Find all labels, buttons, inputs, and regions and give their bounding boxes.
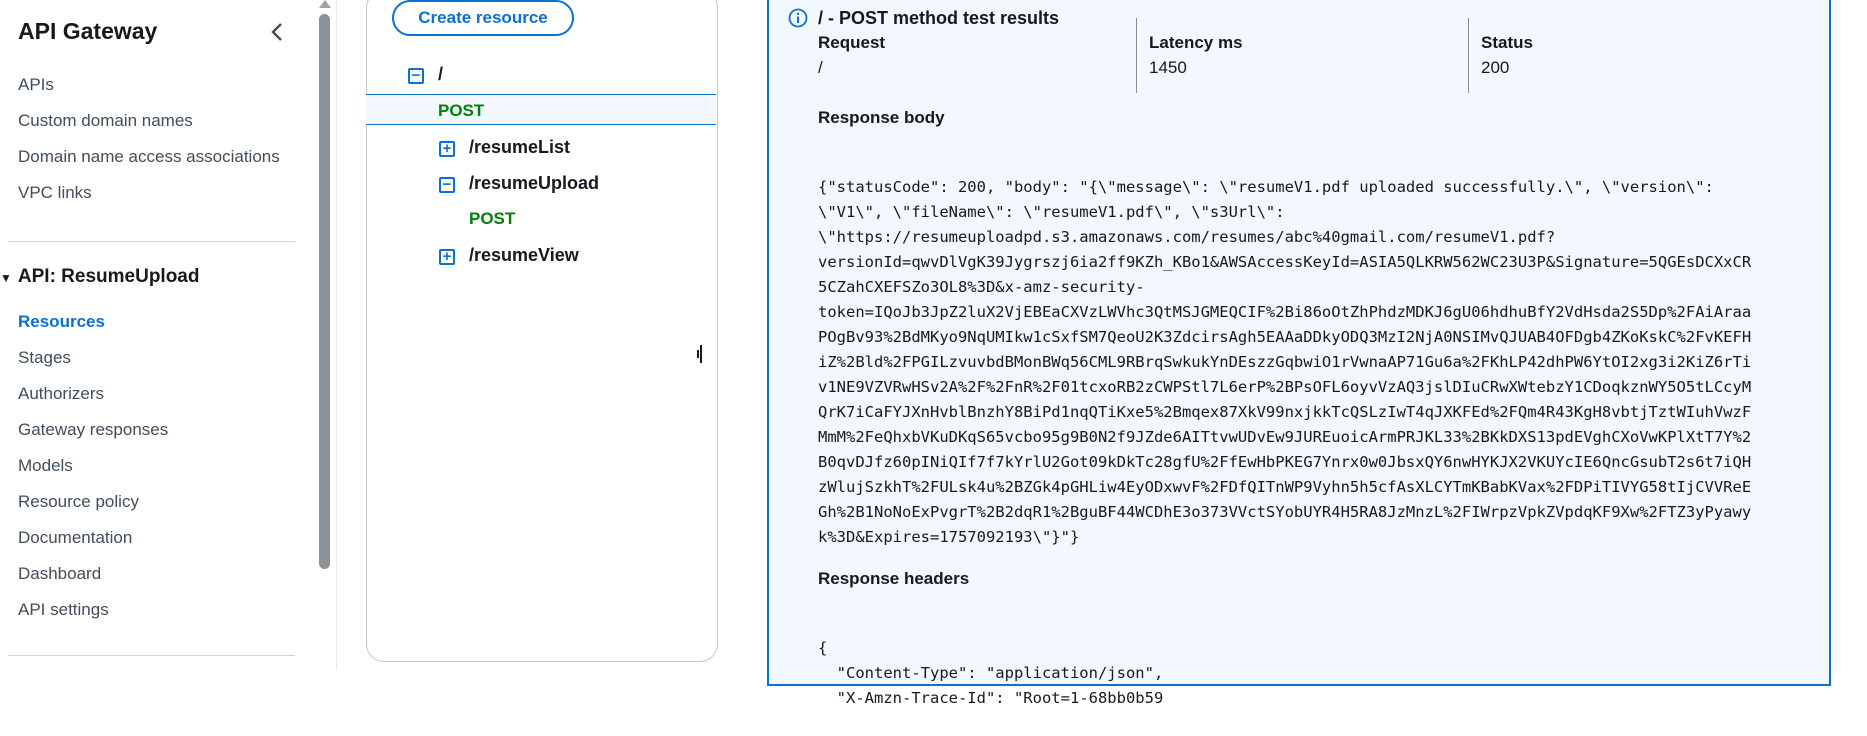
selected-tree-row[interactable] <box>366 94 716 125</box>
sidebar-divider <box>8 655 295 656</box>
create-resource-button[interactable]: Create resource <box>392 0 574 36</box>
info-icon <box>788 8 808 28</box>
api-section-label: API: ResumeUpload <box>17 266 200 287</box>
sidebar-edge <box>336 0 337 670</box>
response-body-label: Response body <box>818 108 945 127</box>
sidebar-item-api-settings[interactable]: API settings <box>18 600 109 620</box>
service-title: API Gateway <box>18 18 158 44</box>
sidebar-item-gateway-responses[interactable]: Gateway responses <box>18 420 168 440</box>
sidebar-item-custom-domain-names[interactable]: Custom domain names <box>18 111 193 131</box>
code-line: v1NE9VZVRwHSv2A%2F%2FnR%2F01tcxoRB2zCWPS… <box>818 378 1752 396</box>
caret-down-icon: ▼ <box>0 271 12 285</box>
code-line: B0qvDJfz60pINiQIf7f7kYrlU2Got09kDkTc28gf… <box>818 453 1752 471</box>
test-results-title: / - POST method test results <box>818 8 1060 28</box>
code-line: { <box>818 639 828 657</box>
sidebar-item-authorizers[interactable]: Authorizers <box>18 384 104 404</box>
code-line: token=IQoJb3JpZ2luX2VjEBEaCXVzLWVhc3QtMS… <box>818 303 1752 321</box>
sidebar-item-resources[interactable]: Resources <box>18 312 105 332</box>
status-value: 200 <box>1481 58 1510 77</box>
code-line: versionId=qwvDlVgK39Jygrszj6ia2ff9KZh_KB… <box>818 253 1752 271</box>
sidebar-item-domain-access-associations[interactable]: Domain name access associations <box>18 147 280 167</box>
sidebar-item-stages[interactable]: Stages <box>18 348 71 368</box>
code-line: MmM%2FeQhxbVKuDKqS65vcbo95g9B0N2f9JZde6A… <box>818 428 1752 446</box>
sidebar-scrollbar[interactable] <box>319 14 330 569</box>
collapse-icon[interactable]: − <box>408 68 424 84</box>
chevron-left-icon[interactable] <box>266 20 290 44</box>
tree-item-root[interactable]: / <box>438 64 443 85</box>
tree-method-post[interactable]: POST <box>469 209 515 229</box>
sidebar-item-models[interactable]: Models <box>18 456 73 476</box>
response-body-code[interactable]: {"statusCode": 200, "body": "{\"message\… <box>818 150 1788 575</box>
sidebar-divider <box>8 241 295 242</box>
latency-value: 1450 <box>1149 58 1187 77</box>
code-line: Gh%2B1NoNoExPvgrT%2B2dqR1%2BguBF44WCDhE3… <box>818 503 1752 521</box>
code-line: iZ%2Bld%2FPGILzvuvbdBMonBWq56CML9RBrqSwk… <box>818 353 1752 371</box>
column-divider <box>1468 18 1469 93</box>
request-label: Request <box>818 33 886 52</box>
status-label: Status <box>1481 33 1533 52</box>
expand-icon[interactable]: + <box>439 249 455 265</box>
tree-item-resumeview[interactable]: /resumeView <box>469 245 579 266</box>
code-line: zWlujSzkhT%2FULsk4u%2BZGk4pGHLiw4EyODxwv… <box>818 478 1752 496</box>
expand-icon[interactable]: + <box>439 141 455 157</box>
code-line: "Content-Type": "application/json", <box>818 664 1164 682</box>
latency-label: Latency ms <box>1149 33 1243 52</box>
code-line: \"https://resumeuploadpd.s3.amazonaws.co… <box>818 228 1556 246</box>
code-line: k%3D&Expires=1757092193\"}"} <box>818 528 1080 546</box>
tree-item-resumeupload[interactable]: /resumeUpload <box>469 173 599 194</box>
tree-method-post[interactable]: POST <box>438 101 484 121</box>
code-line: 5CZahCXEFSZo3OL8%3D&x-amz-security- <box>818 278 1145 296</box>
collapse-icon[interactable]: − <box>439 177 455 193</box>
response-headers-code[interactable]: { "Content-Type": "application/json", "X… <box>818 611 1163 736</box>
sidebar-item-resource-policy[interactable]: Resource policy <box>18 492 139 512</box>
sidebar-item-dashboard[interactable]: Dashboard <box>18 564 101 584</box>
code-line: {"statusCode": 200, "body": "{\"message\… <box>818 178 1714 196</box>
code-line: \"V1\", \"fileName\": \"resumeV1.pdf\", … <box>818 203 1285 221</box>
request-value: / <box>818 58 823 77</box>
api-section-header[interactable]: ▼ API: ResumeUpload <box>0 266 199 288</box>
panel-resize-handle-icon[interactable] <box>697 345 703 363</box>
sidebar-item-documentation[interactable]: Documentation <box>18 528 132 548</box>
scroll-up-arrow-icon[interactable] <box>319 0 331 8</box>
column-divider <box>1136 18 1137 93</box>
response-headers-label: Response headers <box>818 569 970 588</box>
navigation-sidebar: API Gateway APIs Custom domain names Dom… <box>0 0 300 670</box>
code-line: "X-Amzn-Trace-Id": "Root=1-68bb0b59 <box>818 689 1164 707</box>
sidebar-item-vpc-links[interactable]: VPC links <box>18 183 92 203</box>
tree-item-resumelist[interactable]: /resumeList <box>469 137 570 158</box>
code-line: QrK7iCaFYJXnHvblBnzhY8BiPd1nqQTiKxe5%2Bm… <box>818 403 1752 421</box>
code-line: POgBv93%2BdMKyo9NqUMIkw1cSxfSM7QeoU2K3Zd… <box>818 328 1752 346</box>
sidebar-item-apis[interactable]: APIs <box>18 75 54 95</box>
